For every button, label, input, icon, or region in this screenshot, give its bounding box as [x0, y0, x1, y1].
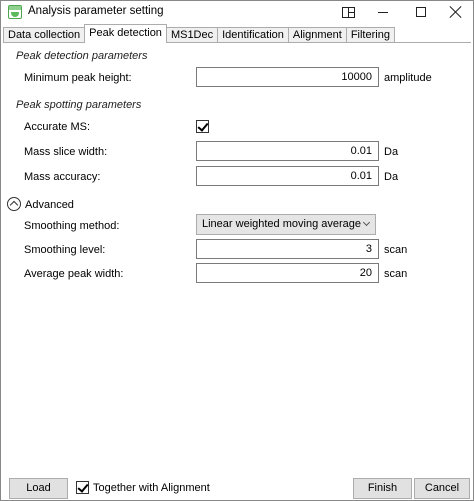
- mass-accuracy-unit: Da: [384, 171, 399, 183]
- layout-icon: [341, 6, 355, 18]
- snap-layout-button[interactable]: [331, 1, 365, 23]
- mass-slice-width-label: Mass slice width:: [24, 146, 108, 158]
- tab-strip: Data collection Peak detection MS1Dec Id…: [3, 24, 395, 43]
- mass-slice-width-input[interactable]: 0.01: [196, 141, 379, 161]
- average-peak-width-unit: scan: [384, 268, 408, 280]
- tab-alignment[interactable]: Alignment: [287, 27, 347, 43]
- tab-ms1dec[interactable]: MS1Dec: [165, 27, 219, 43]
- smoothing-method-select[interactable]: Linear weighted moving average: [196, 214, 376, 235]
- mass-accuracy-label: Mass accuracy:: [24, 171, 101, 183]
- dialog-footer: Load Together with Alignment Finish Canc…: [1, 474, 473, 500]
- tab-peak-detection[interactable]: Peak detection: [84, 24, 167, 43]
- tab-filtering[interactable]: Filtering: [345, 27, 395, 43]
- average-peak-width-input[interactable]: 20: [196, 263, 379, 283]
- app-icon: [8, 5, 22, 19]
- together-with-alignment-checkbox[interactable]: [76, 481, 89, 494]
- title-bar: Analysis parameter setting: [1, 1, 473, 23]
- finish-button[interactable]: Finish: [353, 478, 412, 499]
- average-peak-width-label: Average peak width:: [24, 268, 124, 280]
- close-button[interactable]: [439, 1, 473, 23]
- mass-slice-width-unit: Da: [384, 146, 399, 158]
- min-peak-height-input[interactable]: 10000: [196, 67, 379, 87]
- min-peak-height-label: Minimum peak height:: [24, 72, 132, 84]
- maximize-button[interactable]: [404, 1, 438, 23]
- together-with-alignment-label: Together with Alignment: [93, 482, 210, 494]
- peak-detection-panel: Peak detection parameters Minimum peak h…: [3, 42, 471, 472]
- smoothing-level-label: Smoothing level:: [24, 244, 106, 256]
- mass-accuracy-input[interactable]: 0.01: [196, 166, 379, 186]
- smoothing-method-label: Smoothing method:: [24, 220, 120, 232]
- advanced-expander-icon[interactable]: [7, 197, 21, 211]
- min-peak-height-unit: amplitude: [384, 72, 432, 84]
- advanced-label[interactable]: Advanced: [25, 199, 74, 211]
- peak-detection-section-title: Peak detection parameters: [16, 50, 148, 62]
- tab-data-collection[interactable]: Data collection: [3, 27, 86, 43]
- chevron-down-icon: [362, 218, 371, 227]
- cancel-button[interactable]: Cancel: [414, 478, 470, 499]
- load-button[interactable]: Load: [9, 478, 68, 499]
- smoothing-level-unit: scan: [384, 244, 408, 256]
- accurate-ms-checkbox[interactable]: [196, 120, 209, 133]
- accurate-ms-label: Accurate MS:: [24, 121, 91, 133]
- smoothing-method-value: Linear weighted moving average: [202, 218, 361, 230]
- maximize-icon: [416, 7, 426, 17]
- close-icon: [450, 6, 462, 18]
- tab-identification[interactable]: Identification: [217, 27, 289, 43]
- dialog-window: Analysis parameter setting Data collecti…: [0, 0, 474, 501]
- minimize-button[interactable]: [366, 1, 400, 23]
- window-title: Analysis parameter setting: [28, 5, 164, 17]
- peak-spotting-section-title: Peak spotting parameters: [16, 99, 142, 111]
- minimize-icon: [378, 11, 388, 13]
- smoothing-level-input[interactable]: 3: [196, 239, 379, 259]
